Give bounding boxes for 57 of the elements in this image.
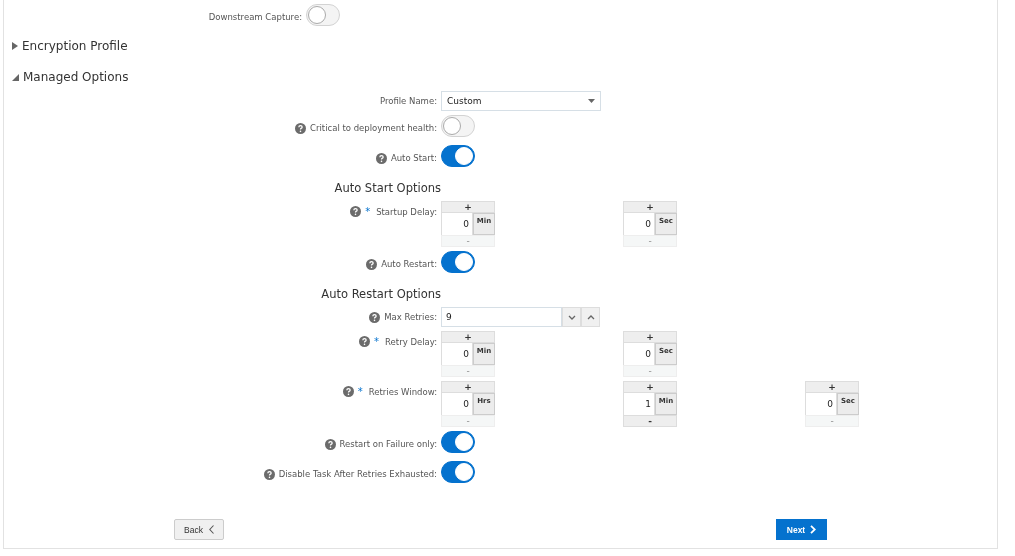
field-label: Max Retries: xyxy=(384,312,437,322)
help-icon[interactable] xyxy=(350,206,362,217)
number-input[interactable]: 0 xyxy=(805,393,837,415)
group-heading: Auto Restart Options xyxy=(320,287,441,301)
field-label: Restart on Failure only: xyxy=(339,439,437,449)
chevron-up-icon xyxy=(586,314,595,320)
field-label: Downstream Capture: xyxy=(208,12,302,22)
number-input[interactable]: 0 xyxy=(623,213,655,235)
increment-button[interactable]: + xyxy=(805,381,859,393)
help-icon[interactable] xyxy=(295,122,306,134)
help-icon[interactable] xyxy=(359,336,371,347)
increment-button[interactable]: + xyxy=(623,381,677,393)
toggle-switch[interactable] xyxy=(441,461,475,483)
increment-button[interactable]: + xyxy=(441,381,495,393)
toggle-switch[interactable] xyxy=(441,145,475,167)
increment-button[interactable]: + xyxy=(441,331,495,343)
increment-button[interactable]: + xyxy=(441,201,495,213)
field-label: Retry Delay: xyxy=(385,336,437,347)
decrement-button[interactable]: - xyxy=(623,415,677,427)
field-label: Retries Window: xyxy=(368,386,437,397)
help-icon[interactable] xyxy=(369,311,381,323)
number-input[interactable]: 1 xyxy=(623,393,655,415)
number-input[interactable]: 9 xyxy=(441,307,562,327)
back-button[interactable]: Back xyxy=(174,519,224,540)
section-title[interactable]: Encryption Profile xyxy=(22,39,128,53)
help-icon[interactable] xyxy=(342,386,354,397)
chevron-left-icon xyxy=(208,525,214,534)
field-label: Disable Task After Retries Exhausted: xyxy=(278,469,437,479)
required-mark: * xyxy=(365,206,371,217)
field-label: Critical to deployment health: xyxy=(310,123,437,133)
help-icon[interactable] xyxy=(324,438,336,450)
number-input[interactable]: 0 xyxy=(441,213,473,235)
dropdown-arrow-icon xyxy=(588,99,595,103)
toggle-switch[interactable] xyxy=(441,431,475,453)
section-title[interactable]: Managed Options xyxy=(23,70,129,84)
expanded-triangle-icon[interactable] xyxy=(12,73,19,81)
help-icon[interactable] xyxy=(375,152,387,164)
number-input[interactable]: 0 xyxy=(441,343,473,365)
increment-button[interactable]: + xyxy=(623,201,677,213)
next-button[interactable]: Next xyxy=(776,519,827,540)
required-mark: * xyxy=(374,336,380,347)
number-input[interactable]: 0 xyxy=(441,393,473,415)
required-mark: * xyxy=(357,386,363,397)
profile-dropdown[interactable]: Custom xyxy=(441,91,601,111)
collapsed-triangle-icon[interactable] xyxy=(12,42,18,50)
group-heading: Auto Start Options xyxy=(333,181,441,195)
chevron-down-icon xyxy=(567,314,576,320)
help-icon[interactable] xyxy=(366,258,378,270)
toggle-switch[interactable] xyxy=(441,251,475,273)
field-label: Auto Restart: xyxy=(381,259,437,269)
field-label: Startup Delay: xyxy=(376,206,437,217)
help-icon[interactable] xyxy=(263,468,275,480)
field-label: Profile Name: xyxy=(379,96,437,106)
increment-button[interactable]: + xyxy=(623,331,677,343)
number-input[interactable]: 0 xyxy=(623,343,655,365)
field-label: Auto Start: xyxy=(390,153,437,163)
chevron-right-icon xyxy=(810,525,817,534)
